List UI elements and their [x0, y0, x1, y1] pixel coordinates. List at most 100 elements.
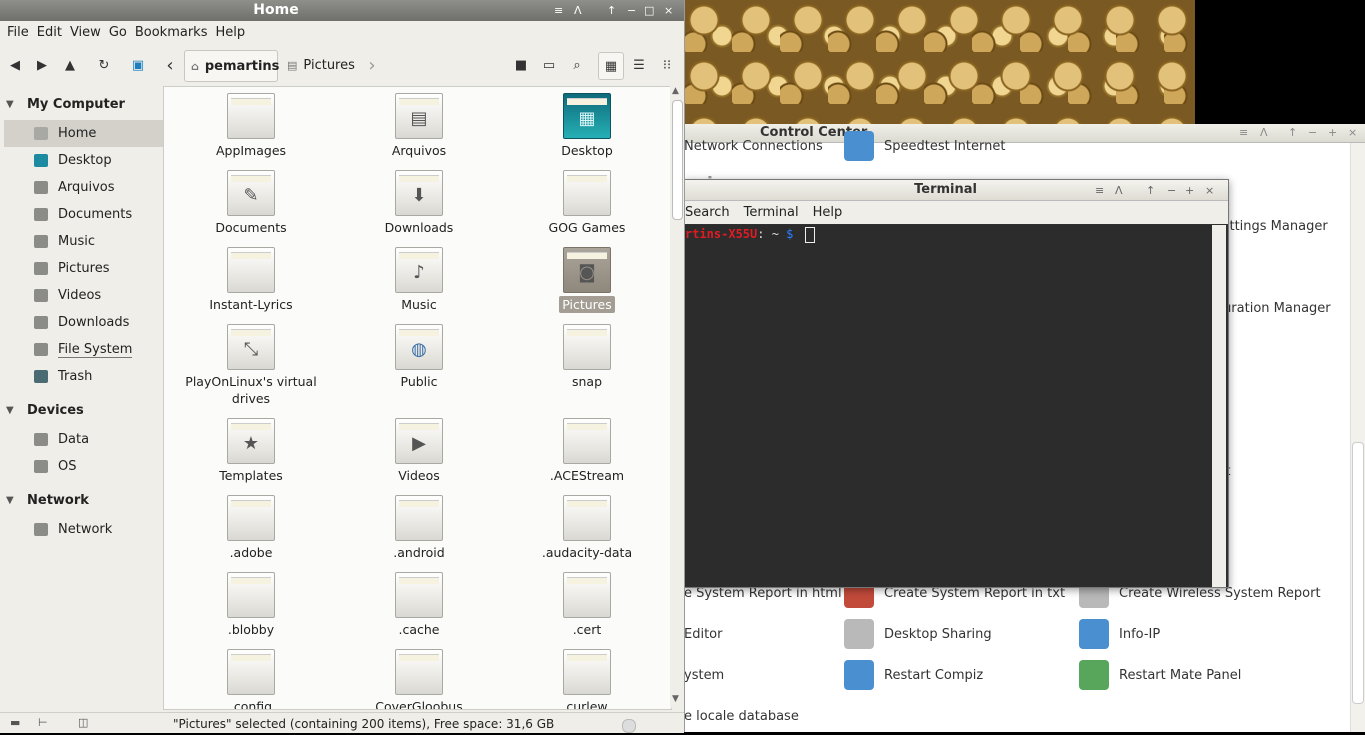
sidebar-item-data[interactable]: Data [0, 426, 160, 453]
control-center-item-network-connections[interactable]: Network Connections [684, 130, 823, 162]
shade-icon[interactable]: ᐱ [1260, 124, 1268, 141]
minimize-icon[interactable]: − [1167, 182, 1176, 199]
sidebar-item-desktop[interactable]: Desktop [0, 147, 160, 174]
file-item[interactable]: ♪ Music [344, 247, 494, 313]
file-item[interactable]: .ACEStream [512, 418, 662, 484]
shade-icon[interactable]: ᐱ [1115, 182, 1123, 199]
reload-icon[interactable]: ↻ [94, 55, 114, 75]
forward-icon[interactable]: ▶ [32, 55, 52, 75]
terminal-icon[interactable]: ▭ [539, 55, 559, 75]
sidebar-item-music[interactable]: Music [0, 228, 160, 255]
close-icon[interactable]: × [1348, 124, 1357, 141]
file-item[interactable]: curlew [512, 649, 662, 709]
maximize-icon[interactable]: + [1328, 124, 1337, 141]
close-icon[interactable]: × [1205, 182, 1214, 199]
maximize-icon[interactable]: □ [644, 2, 654, 19]
sidebar-section-my-computer[interactable]: ▼ My Computer [0, 90, 160, 118]
file-item[interactable]: snap [512, 324, 662, 390]
sidebar-item-downloads[interactable]: Downloads [0, 309, 160, 336]
menu-icon[interactable]: ≡ [1095, 182, 1104, 199]
shade-icon[interactable]: ᐱ [574, 2, 582, 19]
minimize-icon[interactable]: − [1308, 124, 1317, 141]
up-icon[interactable]: ▲ [60, 55, 80, 75]
maximize-icon[interactable]: + [1185, 182, 1194, 199]
hide-sidebar-icon[interactable]: ◫ [78, 716, 88, 729]
close-icon[interactable]: × [664, 2, 673, 19]
zoom-slider-handle[interactable] [622, 719, 636, 733]
control-center-item-e-locale-database[interactable]: e locale database [684, 700, 799, 732]
file-item[interactable]: .cache [344, 572, 494, 638]
expander-icon[interactable]: ▼ [6, 99, 18, 110]
file-item[interactable]: .cert [512, 572, 662, 638]
file-item[interactable]: ★ Templates [176, 418, 326, 484]
file-item[interactable]: ⬇ Downloads [344, 170, 494, 236]
control-center-item-restart-mate-panel[interactable]: Restart Mate Panel [1079, 659, 1241, 691]
file-item[interactable]: .adobe [176, 495, 326, 561]
sidebar-section-network[interactable]: ▼ Network [0, 486, 160, 514]
menu-file[interactable]: File [7, 25, 29, 40]
raise-icon[interactable]: ↑ [607, 2, 616, 19]
menu-icon[interactable]: ≡ [1239, 124, 1248, 141]
scroll-up-icon[interactable]: ▲ [672, 86, 679, 96]
control-center-scroll-thumb[interactable] [1352, 442, 1364, 704]
compact-view-icon[interactable]: ⁝⁝ [657, 55, 677, 75]
file-item[interactable]: CoverGloobus [344, 649, 494, 709]
menu-help[interactable]: Help [215, 25, 245, 40]
tree-pane-icon[interactable]: ⊢ [38, 716, 48, 729]
places-pane-icon[interactable]: ▬ [10, 716, 20, 729]
file-item[interactable]: AppImages [176, 93, 326, 159]
breadcrumb-right-arrow[interactable]: › [362, 55, 382, 76]
terminal-screen[interactable]: rtins-X55U: ~ $ [685, 225, 1212, 587]
sidebar-item-home[interactable]: Home [4, 120, 164, 147]
menu-go[interactable]: Go [109, 25, 127, 40]
file-item[interactable]: ✎ Documents [176, 170, 326, 236]
raise-icon[interactable]: ↑ [1288, 124, 1297, 141]
file-item[interactable]: .android [344, 495, 494, 561]
control-center-item-editor[interactable]: Editor [684, 618, 722, 650]
minimize-icon[interactable]: − [627, 2, 636, 19]
file-item[interactable]: GOG Games [512, 170, 662, 236]
file-item[interactable]: .blobby [176, 572, 326, 638]
file-manager-titlebar[interactable]: Home ≡ ᐱ ↑ − □ × [0, 0, 684, 21]
computer-icon[interactable]: ▣ [128, 55, 148, 75]
terminal-window[interactable]: Terminal ≡ ᐱ ↑ − + × Search Terminal Hel… [684, 179, 1229, 588]
control-center-item-info-ip[interactable]: Info-IP [1079, 618, 1160, 650]
scroll-down-icon[interactable]: ▼ [672, 694, 679, 704]
terminal-menu-search[interactable]: Search [685, 205, 730, 220]
menu-bookmarks[interactable]: Bookmarks [135, 25, 208, 40]
sidebar-item-documents[interactable]: Documents [0, 201, 160, 228]
terminal-titlebar[interactable]: Terminal ≡ ᐱ ↑ − + × [685, 180, 1228, 201]
file-item[interactable]: Instant-Lyrics [176, 247, 326, 313]
search-icon[interactable]: ⌕ [567, 55, 587, 75]
toggle-location-icon[interactable]: ■ [511, 55, 531, 75]
control-center-item-desktop-sharing[interactable]: Desktop Sharing [844, 618, 992, 650]
control-center-item-speedtest-internet[interactable]: Speedtest Internet [844, 130, 1005, 162]
menu-view[interactable]: View [70, 25, 101, 40]
raise-icon[interactable]: ↑ [1146, 182, 1155, 199]
menu-icon[interactable]: ≡ [554, 2, 563, 19]
sidebar-item-trash[interactable]: Trash [0, 363, 160, 390]
file-item[interactable]: .audacity-data [512, 495, 662, 561]
list-view-icon[interactable]: ☰ [629, 55, 649, 75]
file-item[interactable]: ◙ Pictures [512, 247, 662, 313]
sidebar-item-file-system[interactable]: File System [0, 336, 160, 363]
control-center-item-restart-compiz[interactable]: Restart Compiz [844, 659, 983, 691]
file-item[interactable]: ▦ Desktop [512, 93, 662, 159]
expander-icon[interactable]: ▼ [6, 405, 18, 416]
file-view-scroll-thumb[interactable] [672, 100, 683, 220]
sidebar-item-pictures[interactable]: Pictures [0, 255, 160, 282]
terminal-menu-terminal[interactable]: Terminal [744, 205, 799, 220]
file-item[interactable]: ⤡ PlayOnLinux's virtual drives [176, 324, 326, 407]
file-item[interactable]: ▶ Videos [344, 418, 494, 484]
sidebar-item-arquivos[interactable]: Arquivos [0, 174, 160, 201]
icon-view-icon[interactable]: ▦ [598, 52, 624, 80]
file-icon-view[interactable]: AppImages ▤ Arquivos ▦ Desktop ✎ Documents ⬇ Dow… [163, 86, 672, 710]
breadcrumb-pictures[interactable]: ▤ Pictures [283, 50, 357, 80]
control-center-item-ystem[interactable]: ystem [684, 659, 724, 691]
terminal-menu-help[interactable]: Help [813, 205, 843, 220]
expander-icon[interactable]: ▼ [6, 495, 18, 506]
menu-edit[interactable]: Edit [37, 25, 62, 40]
terminal-scrollbar[interactable] [1212, 225, 1226, 587]
sidebar-item-os[interactable]: OS [0, 453, 160, 480]
sidebar-item-videos[interactable]: Videos [0, 282, 160, 309]
